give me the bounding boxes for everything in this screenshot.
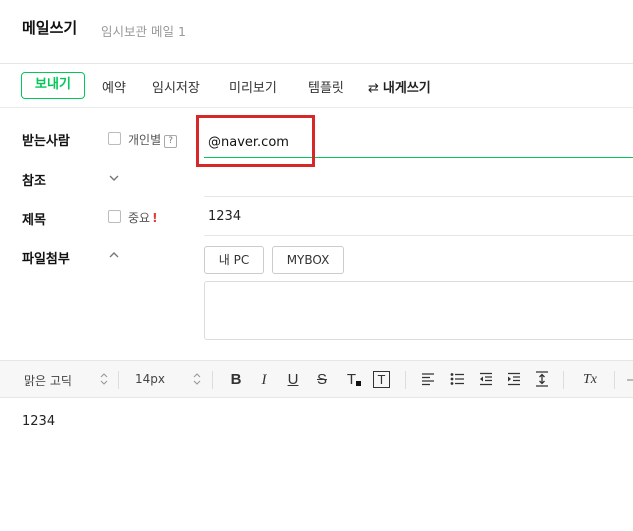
- file-drop-area[interactable]: [204, 281, 633, 340]
- indent-icon[interactable]: [507, 372, 521, 386]
- text-color-letter: T: [346, 371, 357, 388]
- cc-divider: [204, 196, 633, 197]
- send-button[interactable]: 보내기: [21, 72, 85, 99]
- toolbar-separator: [212, 371, 213, 389]
- underline-button[interactable]: U: [286, 370, 300, 390]
- line-height-icon[interactable]: [535, 371, 549, 387]
- attachment-label: 파일첨부: [22, 252, 70, 267]
- preview-button[interactable]: 미리보기: [229, 77, 277, 96]
- toolbar-separator: [118, 371, 119, 389]
- important-label: 중요: [128, 211, 151, 225]
- toolbar-separator: [405, 371, 406, 389]
- text-background-button[interactable]: T: [373, 371, 390, 388]
- align-left-icon[interactable]: [421, 372, 435, 386]
- subject-label: 제목: [22, 213, 46, 228]
- toolbar-separator: [614, 371, 615, 389]
- outdent-icon[interactable]: [479, 372, 493, 386]
- draft-count-link[interactable]: 임시보관 메일 1: [101, 21, 186, 40]
- write-to-me-label: 내게쓰기: [382, 81, 431, 96]
- help-icon[interactable]: ?: [164, 135, 178, 148]
- page-title: 메일쓰기: [22, 19, 78, 37]
- clear-format-button[interactable]: Tx: [581, 370, 599, 390]
- important-option: 중요!: [128, 209, 158, 226]
- more-tools-icon[interactable]: [627, 373, 633, 387]
- chevron-up-icon[interactable]: [108, 249, 120, 261]
- font-family-select[interactable]: 맑은 고딕: [24, 372, 72, 389]
- write-to-me-button[interactable]: ⇄ 내게쓰기: [368, 77, 431, 96]
- my-pc-button[interactable]: 내 PC: [204, 246, 264, 274]
- individual-option: 개인별?: [128, 131, 178, 148]
- editor-toolbar: 맑은 고딕 14px B I U S T T Tx: [0, 360, 633, 398]
- color-swatch-icon: [356, 381, 362, 386]
- font-stepper-icon[interactable]: [100, 371, 108, 387]
- individual-label: 개인별: [128, 133, 162, 147]
- chevron-down-icon[interactable]: [108, 172, 120, 184]
- reserve-button[interactable]: 예약: [102, 77, 126, 96]
- important-mark: !: [152, 211, 158, 225]
- bold-button[interactable]: B: [228, 370, 244, 390]
- strikethrough-button[interactable]: S: [315, 370, 329, 390]
- recipient-label: 받는사람: [22, 134, 70, 149]
- font-size-select[interactable]: 14px: [135, 372, 165, 386]
- compose-header: 메일쓰기 임시보관 메일 1: [0, 0, 633, 64]
- save-draft-button[interactable]: 임시저장: [152, 77, 200, 96]
- recipient-input[interactable]: [204, 128, 633, 158]
- subject-divider: [204, 235, 633, 236]
- individual-checkbox[interactable]: [108, 132, 121, 145]
- italic-button[interactable]: I: [257, 370, 271, 390]
- important-checkbox[interactable]: [108, 210, 121, 223]
- toolbar-separator: [563, 371, 564, 389]
- template-button[interactable]: 템플릿: [308, 77, 344, 96]
- size-stepper-icon[interactable]: [193, 371, 201, 387]
- cc-label: 참조: [22, 174, 46, 189]
- mybox-button[interactable]: MYBOX: [272, 246, 344, 274]
- editor-body[interactable]: 1234: [22, 414, 55, 429]
- compose-toolbar: 보내기 예약 임시저장 미리보기 템플릿 ⇄ 내게쓰기: [0, 64, 633, 108]
- bullet-list-icon[interactable]: [450, 372, 465, 386]
- subject-input[interactable]: 1234: [208, 209, 241, 224]
- swap-arrows-icon: ⇄: [368, 81, 379, 96]
- text-color-button[interactable]: T: [345, 370, 363, 390]
